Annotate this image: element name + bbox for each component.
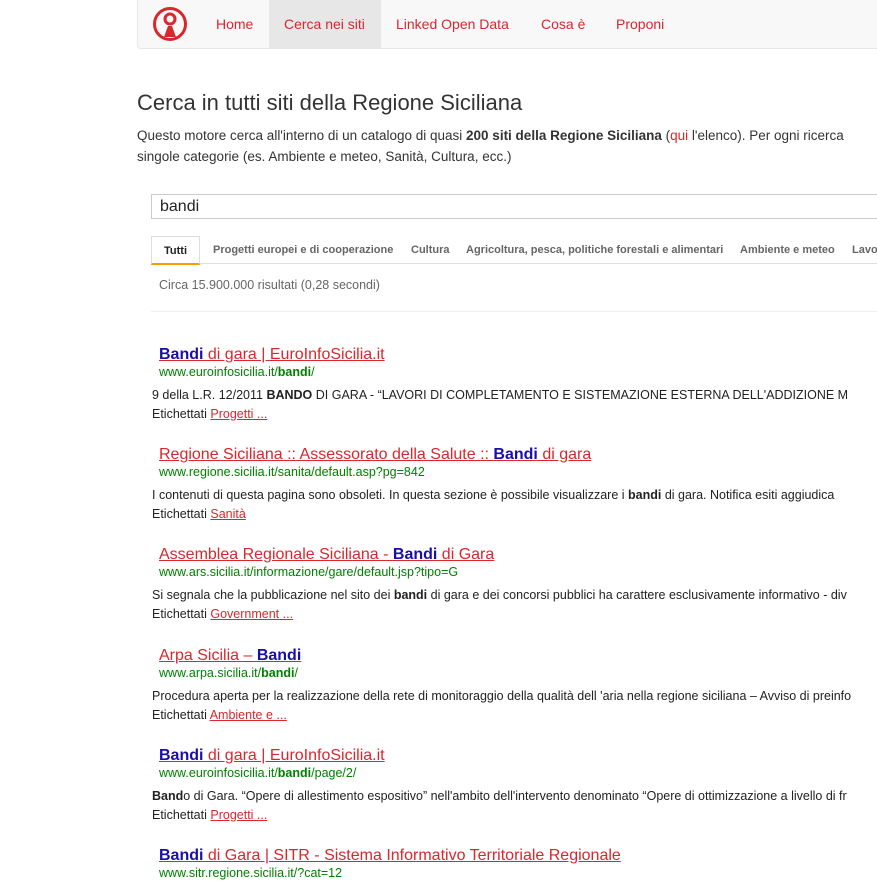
url-text: www.euroinfosicilia.it/ — [159, 766, 278, 780]
result-label: Etichettati Government ... — [152, 607, 293, 621]
label-link[interactable]: Sanità — [210, 507, 245, 521]
url-text: / — [294, 666, 298, 680]
result-snippet: Si segnala che la pubblicazione nel sito… — [152, 588, 847, 602]
result-label: Etichettati Ambiente e ... — [152, 708, 287, 722]
title-highlight: Bandi — [392, 546, 438, 563]
title-highlight: Bandi — [493, 446, 538, 463]
intro-text: Questo motore cerca all'interno di un ca… — [137, 125, 877, 167]
url-text: www.arpa.sicilia.it/ — [159, 666, 262, 680]
label-prefix: Etichettati — [152, 507, 211, 521]
snippet-text: o di Gara. “Opere di allestimento esposi… — [183, 789, 847, 803]
title-text: di gara — [537, 446, 592, 463]
result-url: www.sitr.regione.sicilia.it/?cat=12 — [159, 866, 343, 880]
search-input[interactable]: bandi — [151, 194, 877, 219]
result-title-link[interactable]: Bandi di gara | EuroInfoSicilia.it — [159, 346, 385, 364]
nav-cosa-e[interactable]: Cosa è — [526, 0, 600, 48]
snippet-text: I contenuti di questa pagina sono obsole… — [152, 488, 628, 502]
divider — [151, 311, 877, 312]
intro-text-part: l'elenco). Per ogni ricerca — [688, 128, 844, 143]
result-title-link[interactable]: Arpa Sicilia – Bandi — [159, 647, 301, 665]
tab-ambiente-meteo[interactable]: Ambiente e meteo — [740, 236, 835, 264]
result-title-link[interactable]: Bandi di gara | EuroInfoSicilia.it — [159, 747, 385, 765]
label-prefix: Etichettati — [152, 407, 211, 421]
tab-tutti[interactable]: Tutti — [151, 236, 201, 265]
result-title-link[interactable]: Assemblea Regionale Siciliana - Bandi di… — [159, 546, 494, 564]
label-link[interactable]: Progetti ... — [210, 407, 267, 421]
url-text: www.euroinfosicilia.it/ — [159, 365, 278, 379]
title-text: di gara | EuroInfoSicilia.it — [203, 747, 385, 764]
intro-highlight: 200 siti della Regione Siciliana — [466, 128, 662, 143]
tab-lavoro[interactable]: Lavor — [852, 236, 877, 264]
result-url: www.arpa.sicilia.it/bandi/ — [159, 666, 298, 680]
label-prefix: Etichettati — [152, 607, 211, 621]
label-link[interactable]: Government ... — [210, 607, 293, 621]
label-prefix: Etichettati — [152, 708, 210, 722]
tab-agricoltura[interactable]: Agricoltura, pesca, politiche forestali … — [466, 236, 723, 264]
result-label: Etichettati Progetti ... — [152, 808, 267, 822]
title-text: Arpa Sicilia – — [159, 647, 257, 664]
snippet-highlight: bandi — [393, 588, 428, 602]
result-url: www.euroinfosicilia.it/bandi/ — [159, 365, 315, 379]
result-snippet: Bando di Gara. “Opere di allestimento es… — [152, 789, 847, 803]
result-snippet: Procedura aperta per la realizzazione de… — [152, 689, 852, 703]
tab-progetti-europei[interactable]: Progetti europei e di cooperazione — [213, 236, 393, 264]
title-text: Assemblea Regionale Siciliana - — [159, 546, 393, 563]
result-url: www.euroinfosicilia.it/bandi/page/2/ — [159, 766, 356, 780]
title-highlight: Bandi — [159, 747, 204, 764]
snippet-text: di gara. Notifica esiti aggiudica — [661, 488, 835, 502]
page-title: Cerca in tutti siti della Regione Sicili… — [137, 90, 523, 115]
title-text: Regione Siciliana :: Assessorato della S… — [159, 446, 494, 463]
url-highlight: bandi — [277, 365, 312, 379]
url-highlight: bandi — [261, 666, 295, 680]
nav-home[interactable]: Home — [201, 0, 268, 48]
intro-text-line2: singole categorie (es. Ambiente e meteo,… — [137, 149, 512, 164]
label-link[interactable]: Progetti ... — [210, 808, 267, 822]
snippet-text: Si segnala che la pubblicazione nel sito… — [152, 588, 394, 602]
category-tabs: Tutti Progetti europei e di cooperazione… — [151, 236, 877, 265]
result-title-link[interactable]: Bandi di Gara | SITR - Sistema Informati… — [159, 847, 621, 865]
site-logo-icon[interactable] — [152, 6, 188, 42]
label-prefix: Etichettati — [152, 808, 211, 822]
url-text: / — [311, 365, 315, 379]
result-url: www.regione.sicilia.it/sanita/default.as… — [159, 465, 425, 479]
title-highlight: Bandi — [256, 647, 302, 664]
snippet-text: di gara e dei concorsi pubblici ha carat… — [427, 588, 847, 602]
result-count: Circa 15.900.000 risultati (0,28 secondi… — [159, 278, 380, 292]
title-text: di Gara | SITR - Sistema Informativo Ter… — [203, 847, 621, 864]
result-label: Etichettati Sanità — [152, 507, 246, 521]
snippet-highlight: bandi — [628, 488, 662, 502]
top-navbar: Home Cerca nei siti Linked Open Data Cos… — [137, 0, 877, 49]
title-highlight: Bandi — [159, 847, 204, 864]
result-snippet: I contenuti di questa pagina sono obsole… — [152, 488, 834, 502]
intro-text-part: ( — [661, 128, 671, 143]
nav-linked-open-data[interactable]: Linked Open Data — [381, 0, 524, 48]
nav-cerca-nei-siti[interactable]: Cerca nei siti — [269, 0, 381, 48]
result-snippet: 9 della L.R. 12/2011 BANDO DI GARA - “LA… — [152, 388, 848, 402]
result-title-link[interactable]: Regione Siciliana :: Assessorato della S… — [159, 446, 591, 464]
intro-text-part: Questo motore cerca all'interno di un ca… — [137, 128, 467, 143]
snippet-text: DI GARA - “LAVORI DI COMPLETAMENTO E SIS… — [312, 388, 849, 402]
catalog-link[interactable]: qui — [670, 128, 688, 143]
title-highlight: Bandi — [159, 346, 204, 363]
snippet-highlight: Band — [152, 789, 184, 803]
url-text: /page/2/ — [311, 766, 357, 780]
url-highlight: bandi — [277, 766, 312, 780]
result-label: Etichettati Progetti ... — [152, 407, 267, 421]
nav-proponi[interactable]: Proponi — [601, 0, 679, 48]
snippet-text: 9 della L.R. 12/2011 — [152, 388, 267, 402]
tab-cultura[interactable]: Cultura — [411, 236, 450, 264]
snippet-highlight: BANDO — [266, 388, 313, 402]
title-text: di gara | EuroInfoSicilia.it — [203, 346, 385, 363]
title-text: di Gara — [437, 546, 495, 563]
result-url: www.ars.sicilia.it/informazione/gare/def… — [159, 565, 459, 579]
label-link[interactable]: Ambiente e ... — [210, 708, 287, 722]
